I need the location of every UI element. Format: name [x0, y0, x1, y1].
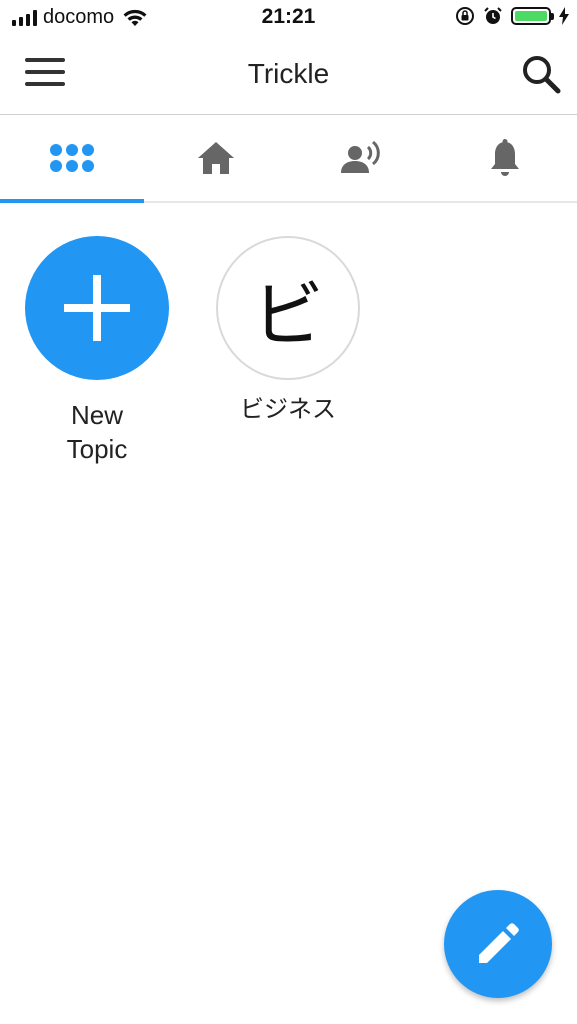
battery-icon — [511, 7, 554, 25]
grid-dots-icon — [50, 144, 95, 172]
orientation-lock-icon — [456, 7, 474, 25]
screen: docomo 21:21 Trickle New Topic ビ ビジネス — [0, 0, 577, 1024]
tab-topics[interactable] — [0, 115, 145, 203]
alarm-icon — [484, 7, 502, 24]
home-icon — [198, 142, 235, 174]
battery-fill — [515, 11, 547, 21]
tab-home[interactable] — [144, 115, 288, 201]
topic-avatar[interactable]: ビ — [216, 236, 360, 380]
new-topic-label-line1: New — [70, 400, 123, 430]
compose-fab-button[interactable] — [444, 890, 552, 998]
topic-avatar-letter: ビ — [251, 272, 324, 357]
tab-voice[interactable] — [289, 115, 433, 201]
charging-icon — [559, 7, 569, 25]
tab-notifications[interactable] — [433, 115, 577, 201]
person-speaking-icon — [340, 140, 380, 173]
app-header: Trickle — [0, 38, 577, 115]
new-topic-item[interactable]: New Topic — [17, 236, 177, 466]
topic-label: ビジネス — [240, 395, 336, 423]
tab-bar — [0, 115, 577, 203]
new-topic-button[interactable] — [25, 236, 169, 380]
plus-icon — [64, 275, 130, 341]
new-topic-label: New Topic — [17, 398, 177, 466]
bell-icon — [490, 139, 519, 176]
search-icon[interactable] — [519, 52, 563, 96]
status-bar: docomo 21:21 — [0, 0, 577, 38]
status-right — [455, 6, 569, 26]
app-title: Trickle — [247, 58, 330, 89]
new-topic-label-line2: Topic — [66, 434, 128, 464]
topic-item-business[interactable]: ビ ビジネス — [208, 236, 368, 426]
pencil-icon — [479, 923, 519, 963]
